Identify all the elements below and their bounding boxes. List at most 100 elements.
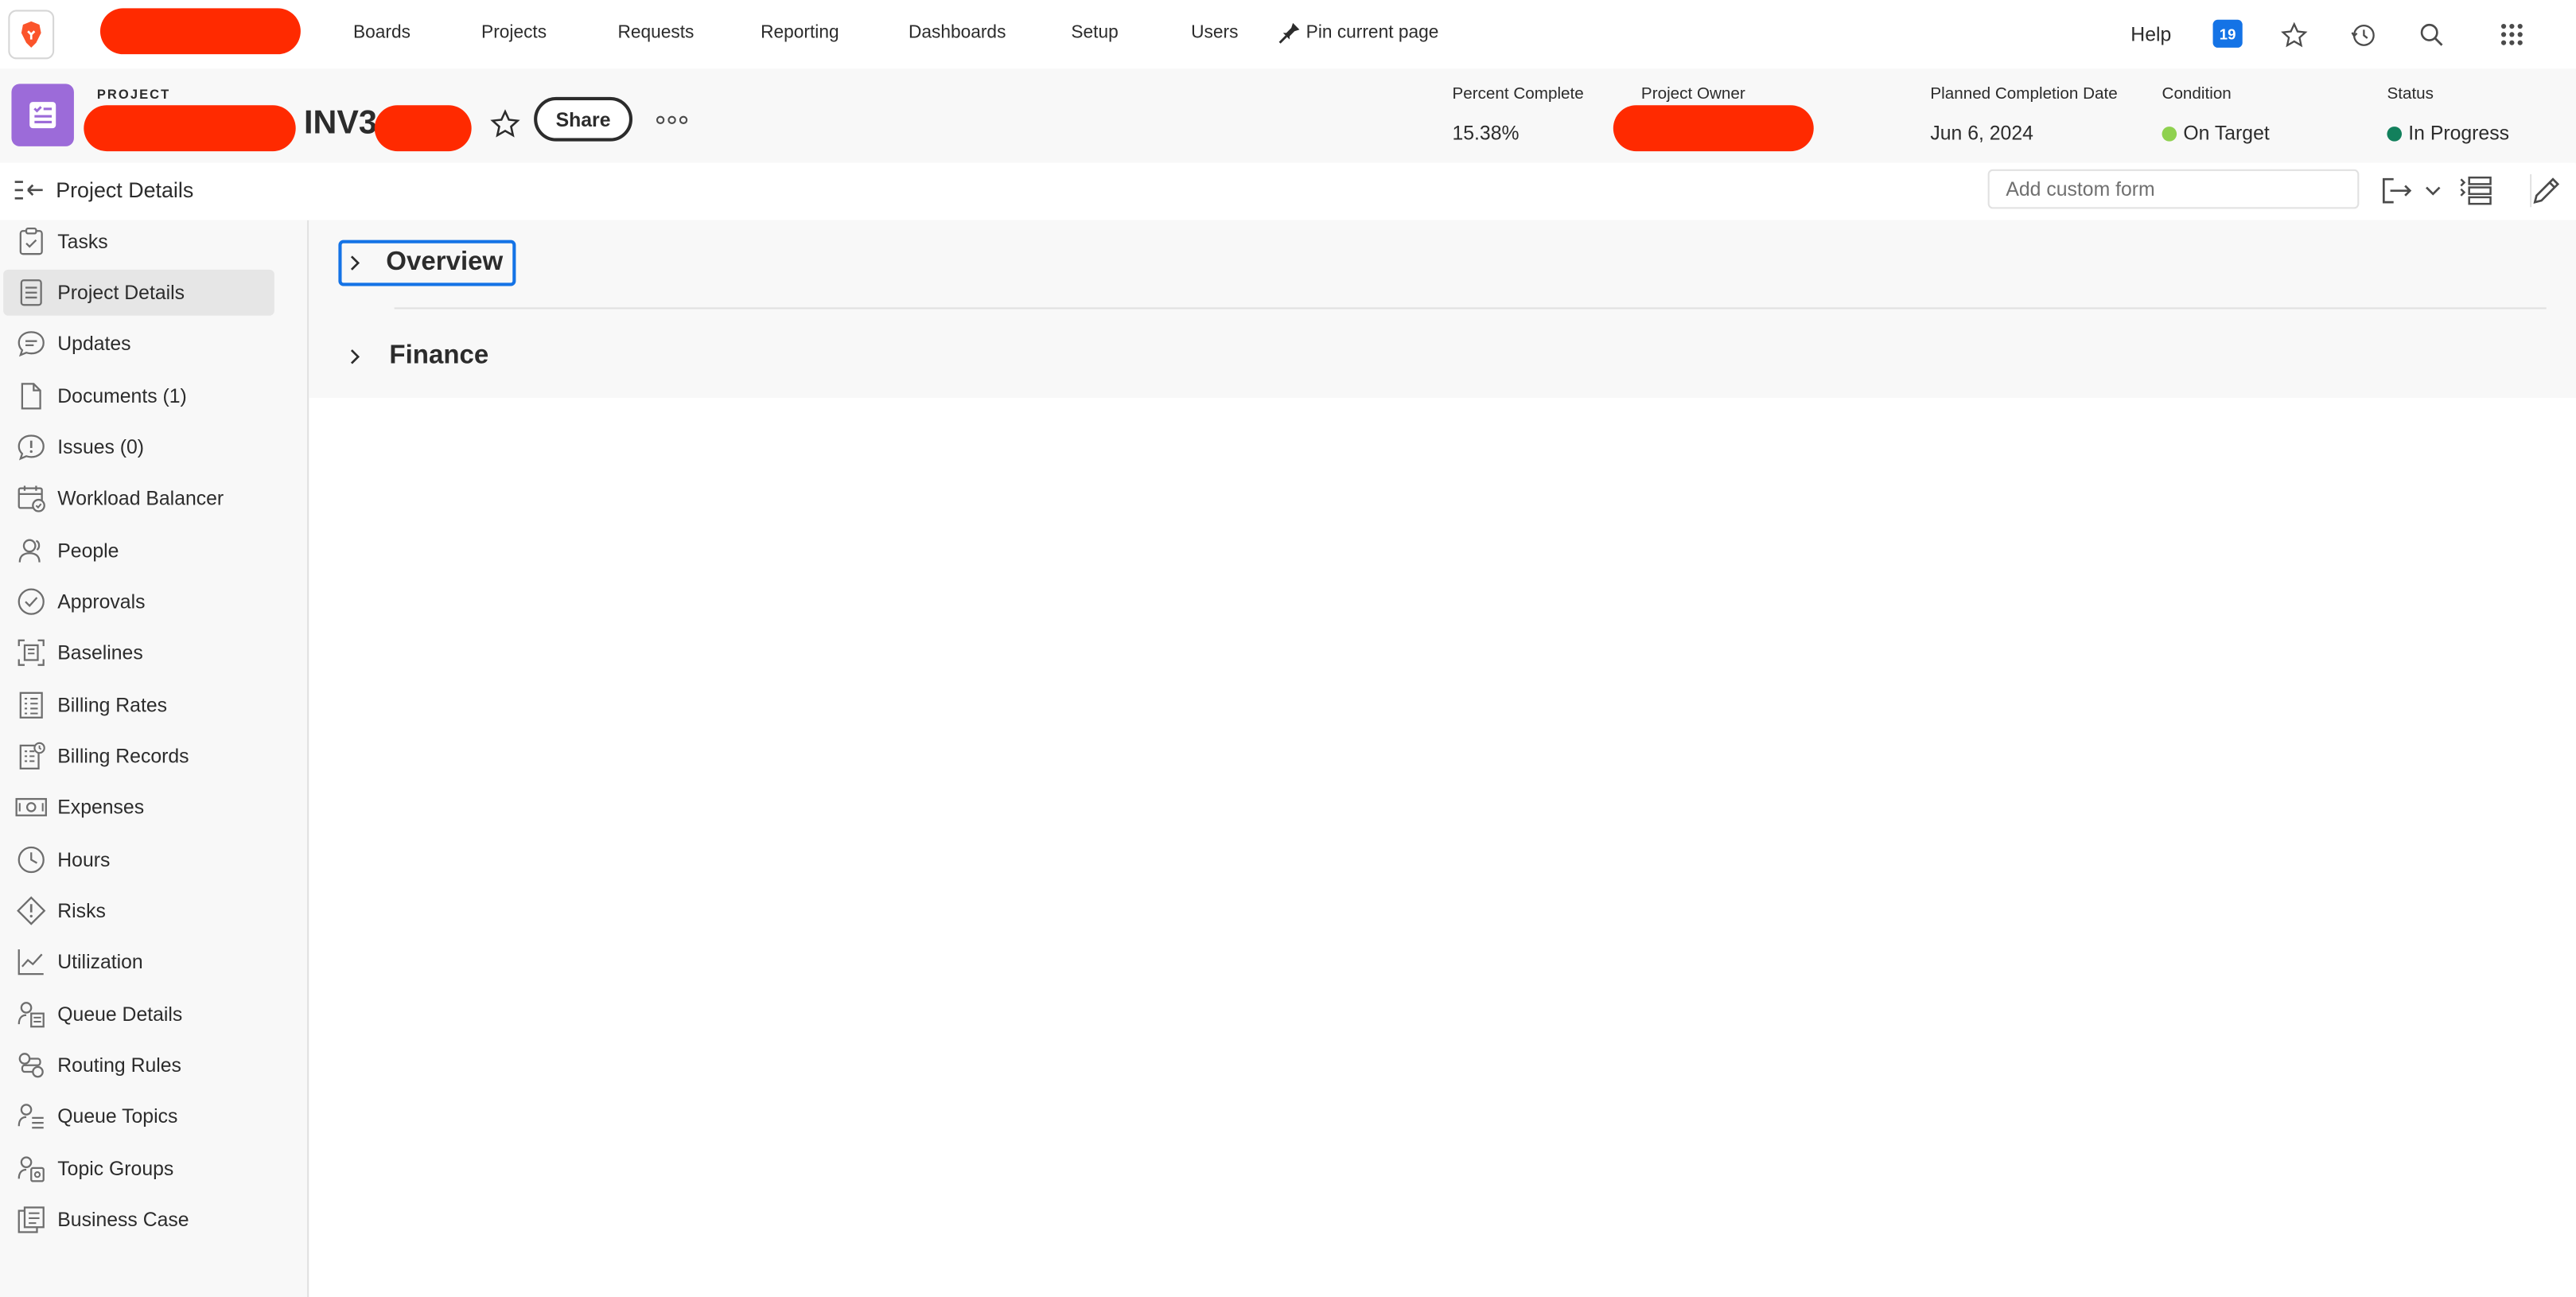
favorite-project-star-icon[interactable] xyxy=(486,105,522,141)
sidebar-item-label: Updates xyxy=(57,332,131,356)
redacted-project-owner[interactable] xyxy=(1613,105,1814,152)
pin-current-page-button[interactable]: Pin current page xyxy=(1278,21,1439,45)
section-finance-toggle[interactable]: Finance xyxy=(342,341,489,372)
brave-logo-icon[interactable] xyxy=(8,10,55,60)
sidebar-item-label: Billing Rates xyxy=(57,693,168,717)
nav-reporting[interactable]: Reporting xyxy=(761,23,839,43)
status-dot xyxy=(2387,126,2403,141)
redacted-project-name xyxy=(84,105,296,152)
project-name[interactable]: INV3 xyxy=(304,105,377,143)
percent-complete-label: Percent Complete xyxy=(1452,85,1584,104)
sidebar-item-utilization[interactable]: Utilization xyxy=(0,939,271,985)
check-circle-icon xyxy=(15,585,48,617)
add-custom-form-input[interactable] xyxy=(1987,169,2360,209)
nav-dashboards[interactable]: Dashboards xyxy=(909,23,1006,43)
planned-completion-label: Planned Completion Date xyxy=(1930,85,2118,104)
topic-groups-icon xyxy=(15,1152,48,1185)
condition-status-dot xyxy=(2162,126,2177,141)
section-overview-toggle[interactable]: Overview xyxy=(338,240,516,286)
sidebar-item-label: Queue Topics xyxy=(57,1104,178,1128)
clock-icon xyxy=(15,843,48,876)
sidebar-item-label: Baselines xyxy=(57,641,143,664)
more-options-icon[interactable] xyxy=(654,110,690,130)
sidebar-item-label: Hours xyxy=(57,848,111,871)
condition-label: Condition xyxy=(2162,85,2232,104)
page-subheader: Project Details xyxy=(0,162,2576,222)
status-value[interactable]: In Progress xyxy=(2387,122,2509,145)
status-text: In Progress xyxy=(2408,121,2509,145)
collapse-sidebar-icon[interactable] xyxy=(14,177,45,204)
chevron-down-icon xyxy=(2426,186,2441,196)
export-icon xyxy=(2382,177,2412,204)
project-owner-label: Project Owner xyxy=(1640,85,1745,104)
favorites-star-icon[interactable] xyxy=(2277,18,2309,51)
chart-line-icon xyxy=(15,945,48,978)
search-icon[interactable] xyxy=(2415,18,2448,51)
sidebar-item-documents[interactable]: Documents (1) xyxy=(0,373,271,419)
sidebar-item-label: Risks xyxy=(57,899,106,923)
export-dropdown-button[interactable] xyxy=(2382,174,2441,207)
billing-records-icon xyxy=(15,740,48,773)
redacted-project-code xyxy=(374,105,472,152)
sidebar-item-baselines[interactable]: Baselines xyxy=(0,629,271,676)
sidebar-item-queue-details[interactable]: Queue Details xyxy=(0,991,271,1038)
nav-projects[interactable]: Projects xyxy=(481,23,547,43)
condition-text: On Target xyxy=(2183,121,2270,145)
condition-value[interactable]: On Target xyxy=(2162,122,2270,145)
sidebar-item-expenses[interactable]: Expenses xyxy=(0,784,271,830)
sidebar-item-people[interactable]: People xyxy=(0,528,271,574)
sidebar-item-issues[interactable]: Issues (0) xyxy=(0,424,271,470)
sidebar-item-label: Business Case xyxy=(57,1208,189,1232)
queue-topics-icon xyxy=(15,1100,48,1132)
edit-pencil-icon[interactable] xyxy=(2530,173,2561,208)
recents-history-icon[interactable] xyxy=(2346,18,2379,51)
sidebar-item-label: Routing Rules xyxy=(57,1054,181,1077)
percent-complete-value: 15.38% xyxy=(1452,121,1520,145)
sidebar-item-business-case[interactable]: Business Case xyxy=(0,1197,271,1243)
nav-setup[interactable]: Setup xyxy=(1071,23,1118,43)
status-label: Status xyxy=(2387,85,2434,104)
sidebar-item-approvals[interactable]: Approvals xyxy=(0,578,271,625)
nav-requests[interactable]: Requests xyxy=(617,23,694,43)
notifications-badge[interactable]: 19 xyxy=(2212,19,2243,48)
layout-list-icon[interactable] xyxy=(2459,174,2492,207)
share-button[interactable]: Share xyxy=(534,96,633,142)
chevron-right-icon xyxy=(342,344,368,370)
sidebar-item-label: Utilization xyxy=(57,950,143,974)
baseline-icon xyxy=(15,637,48,669)
sidebar-item-billing-records[interactable]: Billing Records xyxy=(0,733,271,779)
sidebar-item-queue-topics[interactable]: Queue Topics xyxy=(0,1093,271,1139)
sidebar-item-label: Workload Balancer xyxy=(57,486,224,510)
sidebar-item-risks[interactable]: Risks xyxy=(0,888,271,934)
sidebar-item-label: Approvals xyxy=(57,590,146,613)
sidebar-item-hours[interactable]: Hours xyxy=(0,837,271,883)
alert-diamond-icon xyxy=(15,894,48,927)
pin-label: Pin current page xyxy=(1306,22,1439,43)
people-icon xyxy=(15,534,48,567)
sidebar-item-label: Expenses xyxy=(57,795,145,819)
sidebar-item-label: Queue Details xyxy=(57,1003,183,1026)
nav-boards[interactable]: Boards xyxy=(353,23,411,43)
help-link[interactable]: Help xyxy=(2130,23,2171,46)
billing-rates-icon xyxy=(15,689,48,722)
sidebar-item-label: Billing Records xyxy=(57,744,189,768)
chat-bubble-icon xyxy=(15,327,48,360)
top-navigation-bar: Boards Projects Requests Reporting Dashb… xyxy=(0,0,2576,71)
chevron-right-icon xyxy=(342,250,368,276)
nav-users[interactable]: Users xyxy=(1191,23,1238,43)
app-launcher-grid-icon[interactable] xyxy=(2496,18,2528,51)
sidebar-item-billing-rates[interactable]: Billing Rates xyxy=(0,682,271,728)
sidebar-item-label: Issues (0) xyxy=(57,435,145,459)
queue-details-icon xyxy=(15,998,48,1030)
business-case-icon xyxy=(15,1203,48,1236)
sidebar-item-workload-balancer[interactable]: Workload Balancer xyxy=(0,475,271,521)
document-icon xyxy=(15,276,48,309)
sidebar-item-tasks[interactable]: Tasks xyxy=(0,219,271,265)
section-finance-title: Finance xyxy=(389,341,489,370)
section-overview-title: Overview xyxy=(386,247,504,277)
clipboard-check-icon xyxy=(15,225,48,258)
sidebar-item-project-details[interactable]: Project Details xyxy=(3,269,274,316)
sidebar-item-updates[interactable]: Updates xyxy=(0,321,271,367)
sidebar-item-routing-rules[interactable]: Routing Rules xyxy=(0,1042,271,1089)
sidebar-item-topic-groups[interactable]: Topic Groups xyxy=(0,1146,271,1192)
